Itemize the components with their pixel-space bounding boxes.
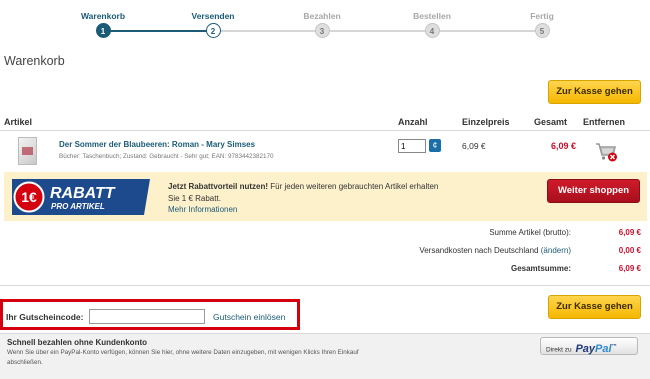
quantity-input[interactable]: [398, 139, 426, 153]
header-anzahl: Anzahl: [398, 117, 428, 127]
step-label: Fertig: [530, 11, 554, 21]
header-einzelpreis: Einzelpreis: [462, 117, 510, 127]
voucher-label: Ihr Gutscheincode:: [6, 312, 84, 322]
header-entfernen: Entfernen: [583, 117, 626, 127]
product-meta: Bücher: Taschenbuch; Zustand: Gebraucht …: [59, 153, 274, 160]
divider: [0, 130, 650, 131]
more-info-link[interactable]: Mehr Informationen: [168, 205, 237, 214]
checkout-button-top[interactable]: Zur Kasse gehen: [548, 80, 641, 104]
promo-headline: Jetzt Rabattvorteil nutzen!: [168, 182, 269, 191]
paypal-button-prefix: Direkt zu: [546, 346, 572, 354]
step-number: 5: [534, 23, 550, 38]
step-label: Versenden: [191, 11, 235, 21]
step-number: 4: [424, 23, 440, 38]
step-label: Bestellen: [413, 11, 451, 21]
paypal-text: Wenn Sie über ein PayPal-Konto verfügen,…: [7, 349, 359, 366]
step-number: 2: [205, 23, 221, 38]
svg-text:RABATT: RABATT: [50, 185, 116, 202]
line-total: 6,09 €: [551, 141, 577, 151]
promo-line2: Sie 1 € Rabatt.: [168, 194, 221, 203]
step-label: Warenkorb: [80, 11, 126, 21]
svg-text:1€: 1€: [21, 189, 37, 205]
product-thumbnail[interactable]: [18, 137, 37, 165]
header-artikel: Artikel: [4, 117, 33, 127]
subtotal-label: Summe Artikel (brutto):: [489, 228, 571, 237]
rabatt-badge: 1€ RABATT PRO ARTIKEL: [12, 179, 150, 215]
checkout-button-bottom[interactable]: Zur Kasse gehen: [548, 295, 641, 319]
redeem-voucher-link[interactable]: Gutschein einlösen: [213, 312, 285, 322]
svg-text:PRO ARTIKEL: PRO ARTIKEL: [51, 202, 105, 211]
total-value: 6,09 €: [618, 264, 641, 273]
step-number: 1: [95, 23, 111, 38]
step-fertig: Fertig 5: [502, 9, 582, 38]
promo-text: Jetzt Rabattvorteil nutzen! Für jeden we…: [168, 181, 438, 194]
shipping-label-text: Versandkosten nach Deutschland: [419, 246, 539, 255]
step-warenkorb[interactable]: Warenkorb 1: [63, 9, 143, 38]
paypal-title: Schnell bezahlen ohne Kundenkonto: [7, 338, 148, 347]
product-title-link[interactable]: Der Sommer der Blaubeeren: Roman - Mary …: [59, 140, 255, 149]
step-label: Bezahlen: [303, 11, 341, 21]
paypal-button[interactable]: Direkt zu PayPal™: [540, 337, 638, 355]
shipping-value: 0,00 €: [618, 246, 641, 255]
step-bezahlen: Bezahlen 3: [282, 9, 362, 38]
step-number: 3: [314, 23, 330, 38]
shipping-label: Versandkosten nach Deutschland (ändern): [371, 246, 571, 255]
voucher-code-input[interactable]: [89, 309, 205, 324]
paypal-logo: PayPal™: [575, 342, 617, 355]
promo-line1: Für jeden weiteren gebrauchten Artikel e…: [268, 182, 439, 191]
step-bestellen: Bestellen 4: [392, 9, 472, 38]
divider: [0, 285, 650, 286]
header-gesamt: Gesamt: [534, 117, 568, 127]
page-title: Warenkorb: [4, 54, 65, 68]
unit-price: 6,09 €: [462, 141, 486, 151]
continue-shopping-button[interactable]: Weiter shoppen: [547, 179, 640, 203]
change-shipping-link[interactable]: (ändern): [541, 246, 571, 255]
step-versenden[interactable]: Versenden 2: [173, 9, 253, 38]
quantity-update-button[interactable]: ¢: [429, 139, 441, 152]
total-label: Gesamtsumme:: [510, 264, 571, 273]
subtotal-value: 6,09 €: [618, 228, 641, 237]
remove-from-cart-icon[interactable]: [594, 138, 618, 164]
